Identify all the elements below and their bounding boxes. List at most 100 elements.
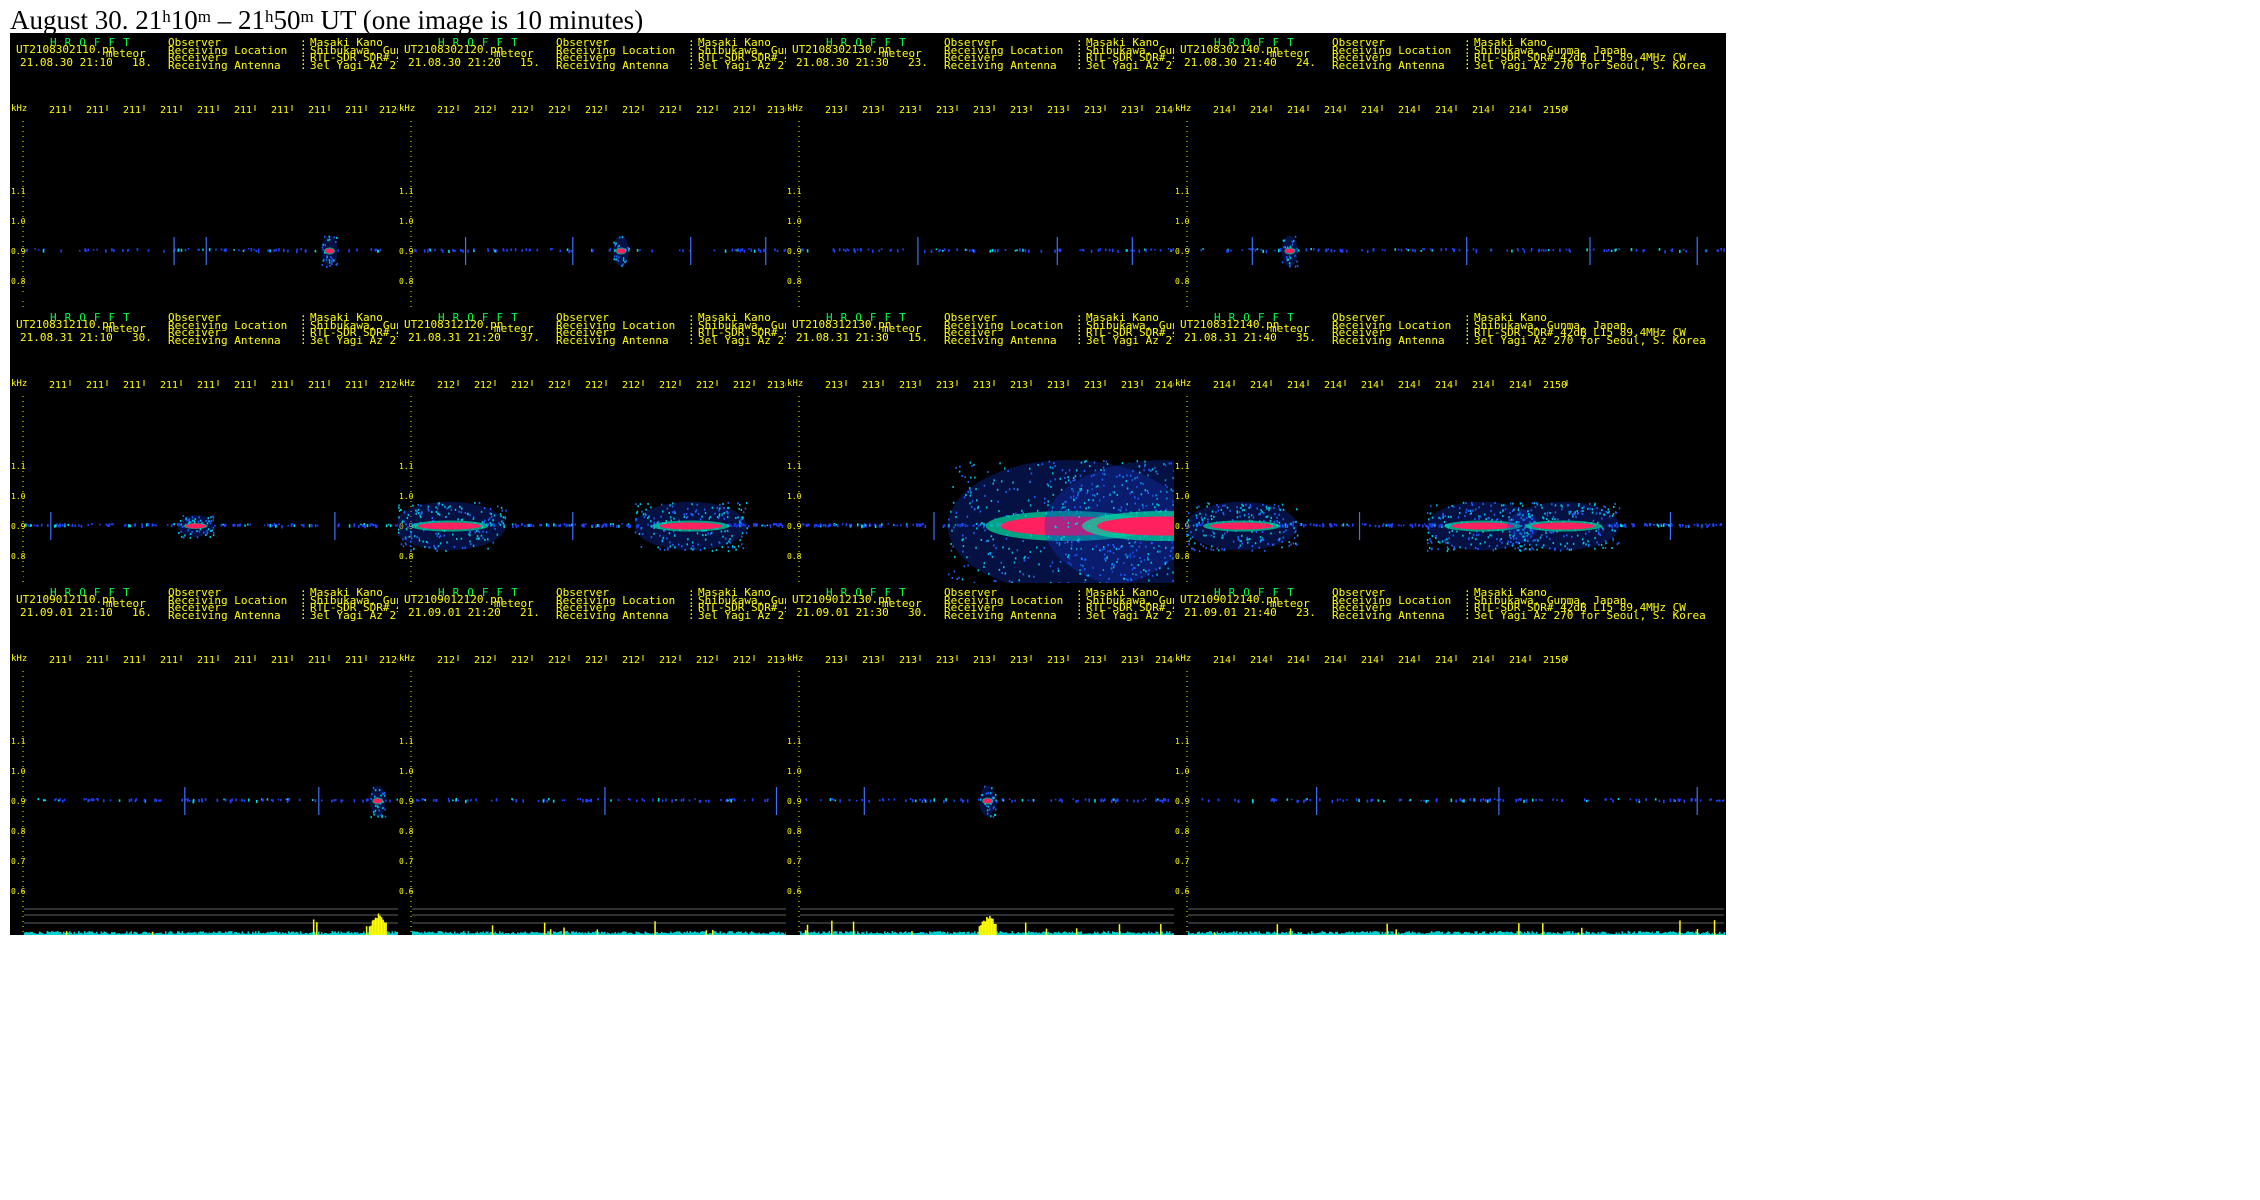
echo-pixel bbox=[993, 544, 995, 547]
echo-pixel bbox=[1121, 462, 1124, 465]
echo-pixel bbox=[212, 516, 215, 519]
echo-pixel bbox=[185, 517, 188, 520]
echo-pixel bbox=[702, 534, 704, 537]
echo-pixel bbox=[1130, 249, 1132, 252]
echo-pixel bbox=[406, 528, 408, 531]
row-title: August 30. 21h10m – 21h50m UT (one image… bbox=[10, 5, 643, 35]
echo-pixel bbox=[1241, 249, 1244, 251]
echo-pixel bbox=[724, 530, 726, 533]
echo-pixel bbox=[1150, 248, 1152, 251]
echo-pixel bbox=[333, 236, 335, 239]
echo-pixel bbox=[438, 503, 440, 506]
echo-pixel bbox=[1720, 248, 1722, 251]
echo-pixel bbox=[1445, 248, 1447, 251]
echo-pixel bbox=[740, 248, 742, 251]
echo-pixel bbox=[35, 524, 38, 527]
echo-pixel bbox=[719, 503, 721, 506]
echo-pixel bbox=[738, 507, 741, 510]
echo-pixel bbox=[323, 258, 325, 261]
echo-pixel bbox=[433, 544, 435, 547]
echo-pixel bbox=[187, 248, 190, 250]
echo-pixel bbox=[402, 538, 404, 541]
echo-pixel bbox=[407, 513, 410, 516]
echo-pixel bbox=[1202, 248, 1204, 250]
x-tick-label: 213 bbox=[862, 105, 880, 116]
echo-pixel bbox=[748, 248, 750, 250]
echo-pixel bbox=[1047, 504, 1049, 507]
echo-pixel bbox=[405, 543, 407, 546]
echo-pixel bbox=[671, 502, 674, 505]
echo-pixel bbox=[602, 523, 605, 527]
echo-pixel bbox=[1111, 248, 1114, 253]
echo-pixel bbox=[209, 535, 212, 538]
echo-pixel bbox=[460, 507, 463, 510]
echo-pixel bbox=[1104, 248, 1107, 252]
echo-pixel bbox=[514, 523, 517, 526]
echo-pixel bbox=[327, 239, 329, 242]
title-text: 50 bbox=[273, 5, 301, 35]
echo-pixel bbox=[1008, 580, 1011, 583]
echo-pixel bbox=[935, 248, 938, 251]
echo-pixel bbox=[1021, 509, 1023, 512]
echo-pixel bbox=[878, 524, 881, 528]
echo-pixel bbox=[445, 549, 447, 552]
echo-pixel bbox=[329, 264, 331, 267]
echo-pixel bbox=[739, 503, 741, 506]
echo-pixel bbox=[278, 248, 280, 252]
echo-pixel bbox=[413, 535, 416, 538]
echo-pixel bbox=[414, 248, 416, 252]
echo-pixel bbox=[618, 524, 620, 528]
echo-pixel bbox=[950, 510, 952, 513]
time-unit-superscript: m bbox=[197, 283, 211, 302]
echo-pixel bbox=[759, 249, 762, 253]
echo-pixel bbox=[1565, 248, 1568, 251]
echo-pixel bbox=[955, 511, 958, 514]
echo-pixel bbox=[177, 248, 180, 252]
echo-pixel bbox=[1102, 466, 1105, 469]
echo-pixel bbox=[684, 548, 687, 551]
echo-pixel bbox=[612, 524, 615, 528]
echo-pixel bbox=[387, 523, 390, 526]
echo-pixel bbox=[1072, 479, 1074, 482]
echo-pixel bbox=[453, 249, 455, 253]
echo-pixel bbox=[453, 545, 456, 548]
x-tick-label: 212 bbox=[474, 105, 492, 116]
echo-pixel bbox=[1291, 243, 1294, 246]
echo-pixel bbox=[669, 504, 671, 507]
echo-pixel bbox=[1472, 248, 1475, 251]
echo-pixel bbox=[672, 511, 674, 514]
echo-pixel bbox=[559, 249, 562, 253]
echo-pixel bbox=[198, 516, 200, 519]
echo-pixel bbox=[723, 507, 725, 510]
echo-pixel bbox=[977, 569, 979, 572]
echo-pixel bbox=[609, 248, 612, 251]
echo-pixel bbox=[574, 523, 576, 526]
echo-pixel bbox=[1671, 248, 1674, 252]
echo-pixel bbox=[776, 249, 779, 253]
echo-pixel bbox=[215, 248, 217, 251]
echo-pixel bbox=[1248, 248, 1251, 250]
echo-pixel bbox=[970, 476, 972, 479]
echo-pixel bbox=[716, 506, 719, 509]
echo-pixel bbox=[449, 505, 451, 508]
echo-core bbox=[659, 522, 723, 530]
echo-pixel bbox=[1523, 249, 1526, 254]
echo-pixel bbox=[1188, 248, 1191, 251]
echo-pixel bbox=[824, 524, 827, 528]
echo-pixel bbox=[325, 258, 328, 261]
echo-pixel bbox=[973, 532, 975, 535]
echo-pixel bbox=[657, 520, 660, 523]
echo-pixel bbox=[628, 247, 631, 250]
echo-pixel bbox=[669, 541, 671, 544]
echo-pixel bbox=[1490, 248, 1493, 252]
echo-pixel bbox=[651, 249, 653, 253]
echo-pixel bbox=[196, 536, 199, 539]
echo-pixel bbox=[1088, 465, 1091, 468]
echo-pixel bbox=[720, 530, 723, 533]
echo-pixel bbox=[42, 249, 45, 253]
echo-pixel bbox=[659, 534, 661, 537]
echo-pixel bbox=[724, 249, 727, 253]
echo-pixel bbox=[321, 263, 324, 266]
echo-pixel bbox=[1005, 537, 1008, 540]
echo-pixel bbox=[641, 510, 643, 513]
